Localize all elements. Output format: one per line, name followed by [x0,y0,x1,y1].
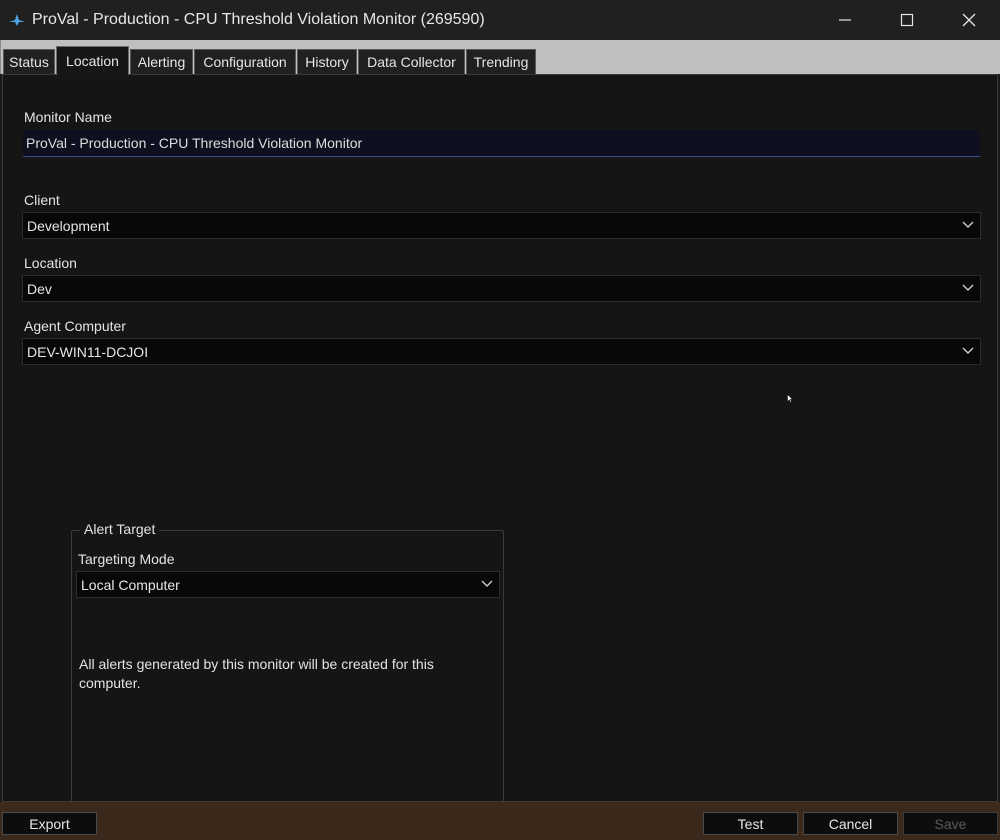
agent-computer-label: Agent Computer [24,318,126,334]
tab-strip: Status Location Alerting Configuration H… [0,40,1000,75]
monitor-name-field[interactable]: ProVal - Production - CPU Threshold Viol… [23,130,980,157]
location-value: Dev [27,280,52,297]
monitor-name-label: Monitor Name [24,109,112,125]
targeting-mode-label: Targeting Mode [78,551,175,567]
cancel-label: Cancel [828,815,873,832]
cancel-button[interactable]: Cancel [803,812,898,835]
client-value: Development [27,217,110,234]
chevron-down-icon [961,281,975,295]
close-icon [962,13,976,27]
maximize-button[interactable] [876,0,938,40]
export-label: Export [29,815,70,832]
targeting-mode-value: Local Computer [81,576,180,593]
tab-history[interactable]: History [297,49,357,74]
note-line-2: computer. [79,675,141,691]
agent-computer-dropdown[interactable]: DEV-WIN11-DCJOI [22,338,981,365]
window-title: ProVal - Production - CPU Threshold Viol… [32,11,485,28]
tab-location[interactable]: Location [56,46,129,75]
tab-configuration[interactable]: Configuration [194,49,296,74]
tab-data-collector[interactable]: Data Collector [358,49,465,74]
tab-label: History [305,54,349,70]
app-logo-icon [6,9,28,31]
note-line-1: All alerts generated by this monitor wil… [79,656,434,672]
client-label: Client [24,192,60,208]
tab-label: Location [66,53,119,69]
bottom-button-bar: Export Test Cancel Save [0,802,1000,840]
minimize-button[interactable] [814,0,876,40]
client-dropdown[interactable]: Development [22,212,981,239]
tab-trending[interactable]: Trending [466,49,536,74]
location-panel: Monitor Name ProVal - Production - CPU T… [2,74,998,832]
mouse-cursor-icon [787,390,794,403]
chevron-down-icon [961,218,975,232]
tab-label: Trending [473,54,529,70]
tab-label: Data Collector [367,54,456,70]
location-dropdown[interactable]: Dev [22,275,981,302]
window-controls [814,0,1000,40]
save-button[interactable]: Save [903,812,998,835]
alert-target-note: All alerts generated by this monitor wil… [79,655,499,693]
save-label: Save [934,815,967,832]
tab-label: Configuration [203,54,287,70]
location-label: Location [24,255,77,271]
chevron-down-icon [480,577,494,591]
monitor-name-value: ProVal - Production - CPU Threshold Viol… [26,135,363,151]
tab-status[interactable]: Status [3,49,55,74]
maximize-icon [900,13,914,27]
targeting-mode-dropdown[interactable]: Local Computer [76,571,500,598]
agent-computer-value: DEV-WIN11-DCJOI [27,343,149,360]
tab-alerting[interactable]: Alerting [130,49,193,74]
chevron-down-icon [961,344,975,358]
tab-label: Status [9,54,49,70]
alert-target-title: Alert Target [80,521,160,537]
minimize-icon [839,19,851,21]
tab-label: Alerting [137,54,186,70]
test-button[interactable]: Test [703,812,798,835]
title-bar: ProVal - Production - CPU Threshold Viol… [0,0,1000,40]
test-label: Test [737,815,764,832]
export-button[interactable]: Export [2,812,97,835]
alert-target-group: Alert Target Targeting Mode Local Comput… [71,521,504,832]
close-button[interactable] [938,0,1000,40]
